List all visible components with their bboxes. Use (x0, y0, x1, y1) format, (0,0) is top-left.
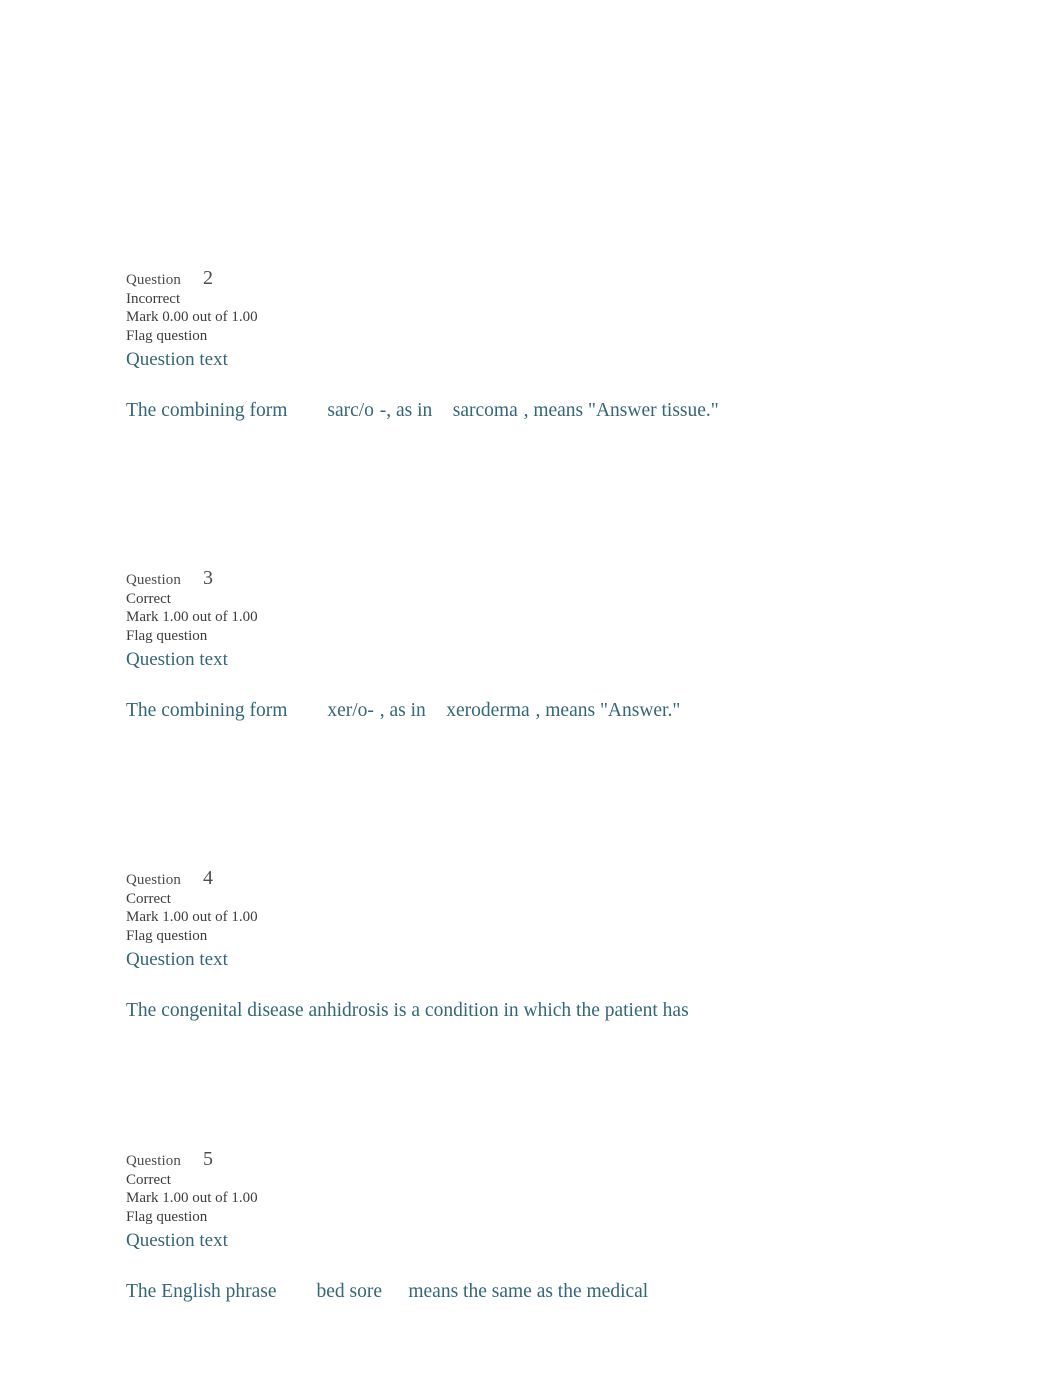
question-grade: Mark 1.00 out of 1.00 (126, 909, 258, 926)
question-block: Question 5 Correct Mark 1.00 out of 1.00 … (126, 1149, 1006, 1304)
question-grade: Mark 1.00 out of 1.00 (126, 609, 258, 626)
question-term: xer/o- (327, 699, 374, 721)
question-segment: The English phrase (126, 1280, 277, 1302)
answer-area (126, 1023, 1006, 1149)
question-number: 4 (202, 866, 213, 889)
question-info: Question 2 Incorrect Mark 0.00 out of 1.0… (126, 268, 1006, 372)
question-term: sarc/o (327, 399, 374, 421)
flag-question-link[interactable]: Flag question (126, 327, 1006, 345)
question-number: 3 (202, 566, 213, 589)
quiz-review-page: Question 2 Incorrect Mark 0.00 out of 1.0… (0, 0, 1062, 1377)
question-term: xeroderma (446, 699, 530, 721)
question-grade: Mark 1.00 out of 1.00 (126, 1190, 258, 1207)
question-text-heading: Question text (126, 1229, 228, 1251)
question-text-heading: Question text (126, 948, 228, 970)
question-word-label: Question (126, 1152, 181, 1169)
question-grade: Mark 0.00 out of 1.00 (126, 309, 258, 326)
question-word-label: Question (126, 571, 181, 588)
question-text-heading: Question text (126, 348, 228, 370)
question-header: Question 5 (126, 1149, 1006, 1169)
question-word-label: Question (126, 871, 181, 888)
question-state: Incorrect (126, 291, 181, 307)
question-number: 5 (202, 1147, 213, 1170)
flag-question-link[interactable]: Flag question (126, 927, 1006, 945)
question-segment: -, as in (379, 399, 433, 421)
question-state: Correct (126, 890, 171, 907)
question-term: sarcoma (452, 399, 518, 421)
question-segment: , means "Answer." (535, 699, 681, 721)
question-segment: , as in (379, 699, 426, 721)
question-block: Question 3 Correct Mark 1.00 out of 1.00 … (126, 568, 1006, 868)
question-body: The congenital disease anhidrosis is a c… (126, 998, 1006, 1023)
question-number: 2 (202, 267, 213, 289)
question-header: Question 3 (126, 568, 1006, 588)
question-segment: The congenital disease anhidrosis is a c… (126, 999, 689, 1021)
question-text-heading: Question text (126, 648, 228, 670)
question-state: Correct (126, 590, 171, 607)
question-body: The English phrase bed sore means the same… (126, 1279, 1006, 1304)
question-info: Question 5 Correct Mark 1.00 out of 1.00 … (126, 1149, 1006, 1253)
answer-area (126, 723, 1006, 868)
question-header: Question 2 (126, 268, 1006, 288)
question-segment: , means "Answer tissue." (523, 399, 719, 421)
flag-question-link[interactable]: Flag question (126, 1208, 1006, 1226)
question-segment: The combining form (126, 399, 288, 421)
question-word-label: Question (126, 272, 181, 288)
question-term: bed sore (316, 1280, 383, 1302)
question-header: Question 4 (126, 868, 1006, 888)
question-block: Question 4 Correct Mark 1.00 out of 1.00 … (126, 868, 1006, 1149)
question-state: Correct (126, 1171, 171, 1188)
question-block: Question 2 Incorrect Mark 0.00 out of 1.0… (126, 268, 1006, 568)
question-body: The combining form sarc/o -, as in sarcoma,… (126, 398, 1006, 423)
question-info: Question 4 Correct Mark 1.00 out of 1.00 … (126, 868, 1006, 972)
question-info: Question 3 Correct Mark 1.00 out of 1.00 … (126, 568, 1006, 672)
question-segment: The combining form (126, 699, 288, 721)
flag-question-link[interactable]: Flag question (126, 627, 1006, 645)
question-segment: means the same as the medical (408, 1280, 649, 1302)
answer-area (126, 423, 1006, 568)
question-body: The combining form xer/o-, as in xeroderma… (126, 698, 1006, 723)
